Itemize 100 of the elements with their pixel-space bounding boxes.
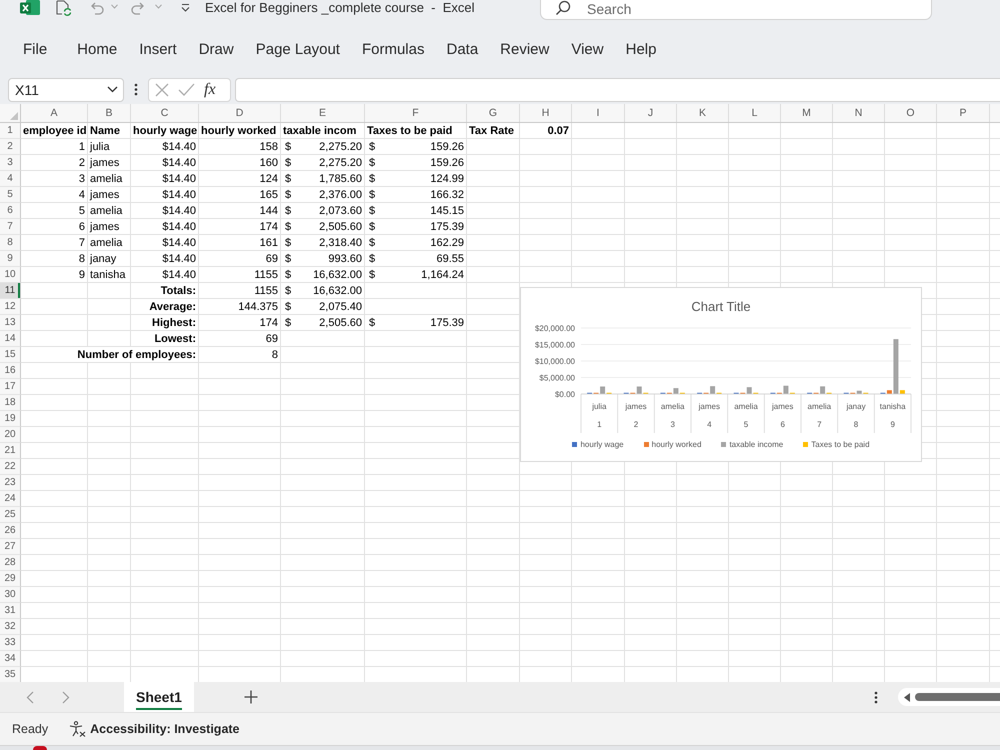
ribbon-tab[interactable]: View (560, 37, 615, 62)
sheet-tab[interactable]: Sheet1 (124, 682, 194, 712)
caret-icon[interactable] (107, 86, 118, 93)
row-header[interactable]: 2 (0, 139, 21, 155)
hours-worked: 158 (258, 140, 279, 154)
tax-amount: $ 124.99 (368, 172, 465, 186)
row-header[interactable]: 8 (0, 235, 21, 251)
scrollbar-thumb[interactable] (915, 693, 1000, 701)
row-header[interactable]: 11 (0, 283, 21, 299)
row-header[interactable]: 13 (0, 315, 21, 331)
row-header[interactable]: 23 (0, 475, 21, 491)
taxable-income: $ 16,632.00 (284, 284, 363, 298)
row-header[interactable]: 18 (0, 395, 21, 411)
column-header[interactable]: H (520, 104, 572, 122)
file-sync-icon[interactable] (55, 0, 72, 16)
legend-label: Taxes to be paid (811, 440, 870, 448)
column-header[interactable]: J (625, 104, 677, 122)
column-header[interactable]: B (88, 104, 131, 122)
ribbon-tab[interactable]: Insert (128, 37, 188, 62)
row-header[interactable]: 32 (0, 619, 21, 635)
triangle-left-icon[interactable] (904, 692, 910, 702)
row-header[interactable]: 19 (0, 411, 21, 427)
tax-amount: $ 175.39 (368, 220, 465, 234)
row-header[interactable]: 3 (0, 155, 21, 171)
row-header[interactable]: 10 (0, 267, 21, 283)
column-header[interactable]: F (365, 104, 467, 122)
row-header[interactable]: 12 (0, 299, 21, 315)
ribbon-tab[interactable]: Review (489, 37, 560, 62)
row-header[interactable]: 14 (0, 331, 21, 347)
row-header[interactable]: 1 (0, 123, 21, 139)
column-header[interactable]: K (677, 104, 729, 122)
row-header[interactable]: 28 (0, 555, 21, 571)
row-header[interactable]: 22 (0, 459, 21, 475)
column-header[interactable]: L (729, 104, 781, 122)
column-header[interactable]: C (131, 104, 199, 122)
row-header[interactable]: 31 (0, 603, 21, 619)
row-header[interactable]: 35 (0, 667, 21, 682)
row-header[interactable]: 9 (0, 251, 21, 267)
row-header[interactable]: 16 (0, 363, 21, 379)
row-header[interactable]: 4 (0, 171, 21, 187)
row-header[interactable]: 29 (0, 571, 21, 587)
employee-name: james (88, 188, 120, 202)
more-options-icon[interactable] (134, 83, 138, 96)
ribbon-tab[interactable]: Help (614, 37, 668, 62)
plus-icon[interactable] (244, 690, 258, 704)
more-options-icon[interactable] (874, 690, 878, 704)
formula-input[interactable] (235, 78, 1000, 102)
taxable-income: $ 2,318.40 (284, 236, 363, 250)
ribbon-tab[interactable]: Draw (188, 37, 245, 62)
check-icon[interactable] (178, 83, 195, 96)
column-header[interactable]: M (781, 104, 833, 122)
ribbon-tab[interactable]: Home (66, 37, 128, 62)
row-header[interactable]: 26 (0, 523, 21, 539)
column-header[interactable]: A (21, 104, 88, 122)
customize-icon[interactable] (181, 3, 190, 12)
legend-label: taxable income (729, 440, 784, 448)
accessibility-button[interactable]: Accessibility: Investigate (69, 721, 240, 737)
ribbon-tab[interactable]: File (12, 37, 58, 62)
row-header[interactable]: 17 (0, 379, 21, 395)
horizontal-scrollbar[interactable] (898, 688, 1000, 706)
row-header[interactable]: 5 (0, 187, 21, 203)
row-header[interactable]: 6 (0, 203, 21, 219)
row-header[interactable]: 27 (0, 539, 21, 555)
name-box[interactable]: X11 (8, 78, 124, 102)
employee-name: amelia (89, 236, 124, 250)
column-header[interactable]: N (833, 104, 885, 122)
taxable-income: $ 2,075.40 (284, 300, 363, 314)
row-header[interactable]: 33 (0, 635, 21, 651)
status-text: Ready (12, 722, 48, 736)
row-header[interactable]: 34 (0, 651, 21, 667)
column-header[interactable]: P (937, 104, 990, 122)
column-header[interactable]: E (281, 104, 365, 122)
app-icon[interactable] (33, 746, 47, 750)
chevron-left-icon[interactable] (26, 690, 34, 704)
chevron-right-icon[interactable] (62, 690, 70, 704)
hourly-wage: $14.40 (161, 268, 197, 282)
category-label: james (698, 402, 720, 411)
row-header[interactable]: 25 (0, 507, 21, 523)
close-icon[interactable] (155, 82, 169, 96)
row-header[interactable]: 30 (0, 587, 21, 603)
row-header[interactable]: 21 (0, 443, 21, 459)
taxable-income: $ 2,275.20 (284, 156, 363, 170)
column-header[interactable]: O (885, 104, 937, 122)
ribbon-tab[interactable]: Formulas (350, 37, 436, 62)
category-label: amelia (734, 402, 758, 411)
column-header[interactable]: D (199, 104, 281, 122)
row-header[interactable]: 15 (0, 347, 21, 363)
search-field[interactable]: Search (540, 0, 932, 20)
column-header[interactable]: I (572, 104, 625, 122)
category-label: tanisha (880, 402, 906, 411)
row-header[interactable]: 24 (0, 491, 21, 507)
column-heading: employee id (22, 124, 88, 138)
ribbon-tab[interactable]: Page Layout (244, 37, 351, 62)
bar-chart[interactable]: Chart Title $0.00 $5,000.00 $10,000.00 $15,000.00 $20,000.00 julia james amelia james amelia james amelia janay tanisha 1 2 3 4 5 6 7 8 9 hourly wage hourly worked taxable income Taxes to be paid (520, 287, 922, 462)
spreadsheet-logo-icon[interactable] (20, 0, 40, 15)
row-header[interactable]: 20 (0, 427, 21, 443)
ribbon-tab[interactable]: Data (435, 37, 490, 62)
insert-function-button[interactable]: fx (204, 80, 216, 98)
row-header[interactable]: 7 (0, 219, 21, 235)
column-header[interactable]: G (467, 104, 520, 122)
